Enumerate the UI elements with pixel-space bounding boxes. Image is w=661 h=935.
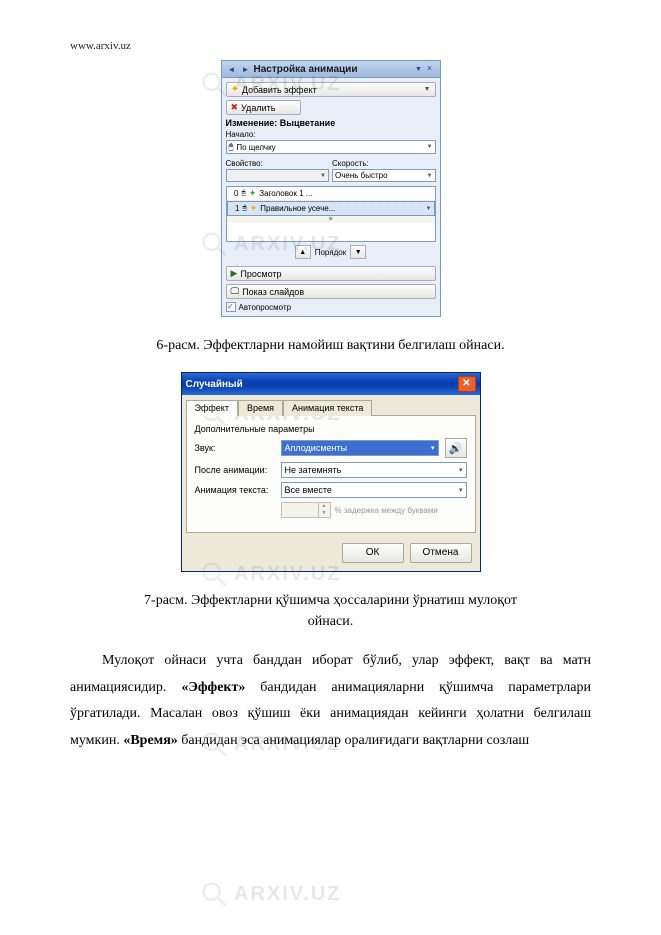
move-up-button[interactable]: ▲ xyxy=(295,245,311,259)
remove-label: Удалить xyxy=(241,103,275,113)
group-label: Дополнительные параметры xyxy=(195,424,467,434)
effect-options-dialog: Случайный ✕ Эффект Время Анимация текста… xyxy=(181,372,481,572)
dialog-panel: Дополнительные параметры Звук: Аплодисме… xyxy=(186,415,476,533)
text-anim-select[interactable]: Все вместе ▾ xyxy=(281,482,467,498)
item-text: Заголовок 1 ... xyxy=(259,189,432,198)
effect-icon: ✦ xyxy=(249,188,257,199)
magnifier-icon xyxy=(200,880,228,908)
speed-label: Скорость: xyxy=(332,159,436,168)
close-icon[interactable]: × xyxy=(424,63,436,75)
remove-effect-button[interactable]: ✖ Удалить xyxy=(226,100,301,115)
mouse-icon: 🖱 xyxy=(229,142,234,152)
expand-handle[interactable]: ≡ xyxy=(227,216,435,223)
chevron-down-icon: ▼ xyxy=(427,144,433,150)
move-down-button[interactable]: ▼ xyxy=(350,245,366,259)
delay-hint: % задержка между буквами xyxy=(335,506,438,515)
sound-select[interactable]: Аплодисменты ▾ xyxy=(281,440,439,456)
after-anim-select[interactable]: Не затемнять ▾ xyxy=(281,462,467,478)
change-section-label: Изменение: Выцветание xyxy=(226,118,436,128)
property-select: ▼ xyxy=(226,169,330,182)
star-icon: ✦ xyxy=(231,84,239,95)
chevron-down-icon: ▾ xyxy=(459,466,463,474)
cancel-button[interactable]: Отмена xyxy=(410,543,472,563)
sound-value: Аплодисменты xyxy=(285,443,348,453)
chevron-down-icon: ▾ xyxy=(459,486,463,494)
speaker-icon: 🔊 xyxy=(449,442,463,455)
animation-task-pane: ◄ ► Настройка анимации ▼ × ✦ Добавить эф… xyxy=(221,60,441,317)
dialog-title: Случайный xyxy=(186,379,458,390)
body-paragraph: Мулоқот ойнаси учта банддан иборат бўлиб… xyxy=(70,648,591,754)
chevron-down-icon: ▼ xyxy=(320,173,326,179)
taskpane-title: Настройка анимации xyxy=(254,64,414,75)
watermark: ARXIV.UZ xyxy=(200,880,342,908)
start-value: По щелчку xyxy=(236,143,275,152)
tab-effect[interactable]: Эффект xyxy=(186,400,238,416)
start-select[interactable]: 🖱 По щелчку ▼ xyxy=(226,140,436,154)
nav-back-icon[interactable]: ◄ xyxy=(226,63,238,75)
speed-value: Очень быстро xyxy=(335,171,388,180)
list-item[interactable]: 1 🖱 ✦ Правильное усече... ▼ xyxy=(227,201,435,216)
dialog-tabs: Эффект Время Анимация текста xyxy=(182,395,480,415)
remove-x-icon: ✖ xyxy=(231,102,239,113)
slideshow-button[interactable]: 🖵 Показ слайдов xyxy=(226,284,436,299)
slideshow-label: Показ слайдов xyxy=(242,287,304,297)
reorder-label: Порядок xyxy=(315,248,347,257)
tab-time[interactable]: Время xyxy=(238,400,283,416)
figure-caption-6: 6-расм. Эффектларни намойиш вақтини белг… xyxy=(70,335,591,356)
taskpane-titlebar: ◄ ► Настройка анимации ▼ × xyxy=(222,61,440,78)
sound-label: Звук: xyxy=(195,443,275,453)
item-index: 1 xyxy=(230,204,240,213)
after-anim-value: Не затемнять xyxy=(285,465,342,475)
autopreview-checkbox[interactable]: ✓ Автопросмотр xyxy=(226,302,436,312)
after-anim-label: После анимации: xyxy=(195,465,275,475)
monitor-icon: 🖵 xyxy=(231,286,240,297)
chevron-down-icon: ▼ xyxy=(427,173,433,179)
chevron-down-icon[interactable]: ▼ xyxy=(426,206,432,212)
effect-icon: ✦ xyxy=(250,203,258,214)
figure-caption-7: 7-расм. Эффектларни қўшимча ҳоссаларини … xyxy=(70,590,591,632)
checkbox-icon: ✓ xyxy=(226,302,236,312)
text-anim-label: Анимация текста: xyxy=(195,485,275,495)
dialog-titlebar: Случайный ✕ xyxy=(182,373,480,395)
speaker-button[interactable]: 🔊 xyxy=(445,438,467,458)
delay-spinner: ▲▼ % задержка между буквами xyxy=(281,502,438,518)
chevron-down-icon: ▾ xyxy=(431,444,435,452)
spin-up-icon: ▲ xyxy=(319,503,330,510)
reorder-controls: ▲ Порядок ▼ xyxy=(226,245,436,259)
autopreview-label: Автопросмотр xyxy=(239,303,292,312)
text-anim-value: Все вместе xyxy=(285,485,332,495)
effects-list[interactable]: 0 🖱 ✦ Заголовок 1 ... 1 🖱 ✦ Правильное у… xyxy=(226,186,436,242)
chevron-down-icon: ▼ xyxy=(424,86,431,93)
add-effect-label: Добавить эффект xyxy=(242,85,317,95)
add-effect-button[interactable]: ✦ Добавить эффект ▼ xyxy=(226,82,436,97)
mouse-icon: 🖱 xyxy=(243,205,247,213)
item-text: Правильное усече... xyxy=(260,204,422,213)
speed-select[interactable]: Очень быстро ▼ xyxy=(332,169,436,182)
nav-forward-icon[interactable]: ► xyxy=(240,63,252,75)
play-icon: ▶ xyxy=(231,268,238,279)
ok-button[interactable]: ОК xyxy=(342,543,404,563)
start-label: Начало: xyxy=(226,130,436,139)
play-label: Просмотр xyxy=(240,269,281,279)
delay-input: ▲▼ xyxy=(281,502,331,518)
tab-text-animation[interactable]: Анимация текста xyxy=(283,400,372,416)
header-url: www.arxiv.uz xyxy=(70,40,591,52)
spin-down-icon: ▼ xyxy=(319,510,330,517)
list-item[interactable]: 0 🖱 ✦ Заголовок 1 ... xyxy=(227,187,435,201)
item-index: 0 xyxy=(229,189,239,198)
play-button[interactable]: ▶ Просмотр xyxy=(226,266,436,281)
chevron-down-icon[interactable]: ▼ xyxy=(414,66,424,73)
mouse-icon: 🖱 xyxy=(242,190,246,198)
close-icon[interactable]: ✕ xyxy=(458,376,476,392)
property-label: Свойство: xyxy=(226,159,330,168)
